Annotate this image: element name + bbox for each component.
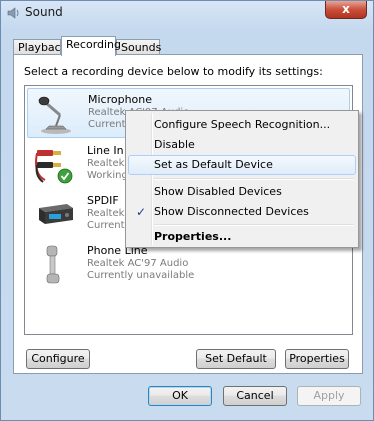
menu-separator xyxy=(154,224,354,226)
cancel-button[interactable]: Cancel xyxy=(223,386,287,406)
tab-sounds[interactable]: Sounds xyxy=(116,39,161,55)
tab-playback[interactable]: Playback xyxy=(13,39,67,55)
device-name: Line In xyxy=(87,144,124,157)
spdif-device-icon xyxy=(39,204,73,224)
tab-recording[interactable]: Recording xyxy=(61,36,121,56)
menu-item-disable[interactable]: Disable xyxy=(128,135,356,155)
checkmark-icon: ✓ xyxy=(136,205,147,219)
context-menu: Configure Speech Recognition... Disable … xyxy=(125,110,359,248)
properties-button[interactable]: Properties xyxy=(285,349,349,369)
configure-button[interactable]: Configure xyxy=(26,349,90,369)
window-title: Sound xyxy=(25,5,63,19)
device-name: SPDIF xyxy=(87,194,119,207)
sound-dialog: Sound x Playback Recording Sounds Select… xyxy=(0,0,374,421)
speaker-icon xyxy=(7,7,19,19)
menu-item-show-disconnected-devices[interactable]: ✓ Show Disconnected Devices xyxy=(128,202,356,222)
device-status: Working xyxy=(87,170,128,181)
menu-separator xyxy=(154,178,354,180)
device-name: Microphone xyxy=(88,93,153,106)
device-status: Currently unavailable xyxy=(87,270,195,281)
microphone-icon xyxy=(38,96,71,134)
close-button[interactable]: x xyxy=(325,1,367,19)
device-driver: Realtek AC'97 Audio xyxy=(87,258,189,269)
close-icon: x xyxy=(342,2,350,16)
menu-item-show-disabled-devices[interactable]: Show Disabled Devices xyxy=(128,182,356,202)
set-default-button[interactable]: Set Default xyxy=(196,349,276,369)
menu-item-set-as-default-device[interactable]: Set as Default Device xyxy=(128,155,356,175)
phone-handset-icon xyxy=(46,245,60,284)
apply-button[interactable]: Apply xyxy=(297,386,361,406)
line-in-cables-icon xyxy=(35,150,73,184)
instruction-text: Select a recording device below to modif… xyxy=(24,65,323,78)
title-bar[interactable]: Sound x xyxy=(1,1,373,27)
ok-button[interactable]: OK xyxy=(148,386,212,406)
menu-item-configure-speech-recognition[interactable]: Configure Speech Recognition... xyxy=(128,115,356,135)
menu-item-label: Show Disconnected Devices xyxy=(154,205,309,218)
menu-item-properties[interactable]: Properties... xyxy=(128,227,356,247)
